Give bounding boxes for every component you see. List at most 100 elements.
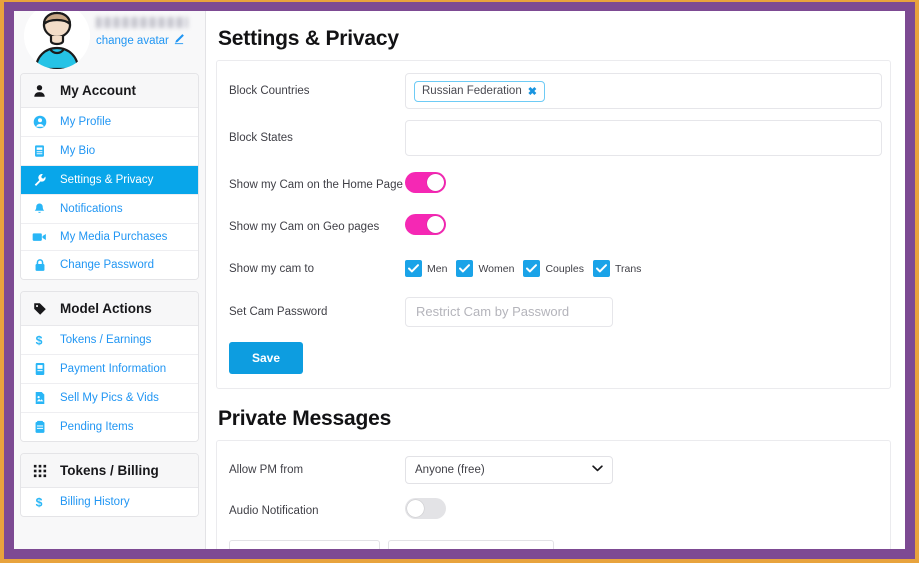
view-mass-pm-stats-button[interactable]: View Your Mass PM Stats — [388, 540, 555, 549]
person-icon — [31, 84, 48, 98]
allow-pm-label: Allow PM from — [229, 463, 304, 476]
row-show-cam-home: Show my Cam on the Home Page — [217, 168, 890, 201]
sidebar-item-label: Change Password — [60, 259, 154, 271]
sidebar-item-tokens-earnings[interactable]: $ Tokens / Earnings — [21, 326, 198, 355]
show-cam-geo-field — [405, 213, 882, 240]
settings-privacy-card: Block Countries Russian Federation ✖ Blo… — [216, 60, 891, 389]
checkbox-trans[interactable] — [592, 260, 610, 277]
sidebar-item-my-bio[interactable]: My Bio — [21, 137, 198, 166]
row-show-cam-geo: Show my Cam on Geo pages — [217, 210, 890, 243]
show-cam-home-field — [405, 171, 882, 198]
sidebar-item-settings-privacy[interactable]: Settings & Privacy — [21, 166, 198, 195]
dollar-icon: $ — [31, 333, 48, 347]
change-avatar-label: change avatar — [96, 34, 169, 47]
user-circle-icon — [31, 115, 48, 129]
svg-text:$: $ — [35, 495, 42, 509]
checkbox-group-trans: Trans — [592, 260, 642, 277]
checkbox-men[interactable] — [405, 260, 422, 277]
row-allow-pm: Allow PM from Anyone (free) — [217, 453, 890, 486]
purple-window-frame: change avatar My Account My Profile My B… — [4, 2, 915, 559]
checkbox-couples[interactable] — [523, 260, 541, 277]
block-states-input[interactable] — [405, 120, 882, 156]
sidebar-item-notifications[interactable]: Notifications — [21, 195, 198, 224]
svg-text:$: $ — [35, 333, 42, 347]
show-cam-to-field: Men Women Couples Trans — [405, 260, 882, 277]
show-cam-geo-toggle[interactable] — [405, 213, 446, 235]
nav-group-tokens-billing: Tokens / Billing $ Billing History — [20, 453, 199, 517]
sidebar-item-my-profile[interactable]: My Profile — [21, 108, 198, 137]
sidebar-item-label: Pending Items — [60, 421, 134, 433]
sidebar-item-label: Settings & Privacy — [60, 174, 154, 186]
nav-group-title: Model Actions — [60, 301, 152, 316]
avatar-meta: change avatar — [96, 17, 188, 48]
audio-notification-label: Audio Notification — [229, 504, 319, 517]
nav-group-header-model-actions: Model Actions — [21, 292, 198, 326]
sidebar-item-sell-my-pics-vids[interactable]: Sell My Pics & Vids — [21, 384, 198, 413]
sidebar-item-change-password[interactable]: Change Password — [21, 251, 198, 279]
checkbox-group-couples: Couples — [523, 260, 584, 277]
page-body: change avatar My Account My Profile My B… — [14, 11, 905, 549]
block-countries-label: Block Countries — [229, 85, 310, 97]
cam-password-label: Set Cam Password — [229, 305, 328, 318]
dollar-icon: $ — [31, 495, 48, 509]
country-tag-label: Russian Federation — [422, 85, 522, 97]
file-image-icon — [31, 391, 48, 405]
checkbox-label: Women — [478, 262, 515, 275]
cam-password-field: Restrict Cam by Password — [405, 296, 882, 327]
nav-group-header-my-account: My Account — [21, 74, 198, 108]
audio-notification-field — [405, 497, 882, 524]
show-cam-home-toggle[interactable] — [405, 171, 446, 193]
audio-notification-toggle[interactable] — [405, 497, 446, 519]
nav-group-model-actions: Model Actions $ Tokens / Earnings Paymen… — [20, 291, 199, 442]
tag-icon — [31, 302, 48, 316]
toggle-knob — [427, 173, 444, 191]
block-states-label: Block States — [229, 132, 293, 144]
show-cam-home-label: Show my Cam on the Home Page — [229, 178, 403, 191]
block-countries-field: Russian Federation ✖ — [405, 73, 882, 109]
allow-pm-selected-value: Anyone (free) — [415, 463, 485, 476]
nav-group-title: Tokens / Billing — [60, 463, 159, 478]
change-avatar-link[interactable]: change avatar — [96, 33, 185, 48]
sidebar-item-label: Sell My Pics & Vids — [60, 392, 159, 404]
checkbox-group-women: Women — [456, 260, 514, 277]
block-countries-input[interactable]: Russian Federation ✖ — [405, 73, 882, 109]
private-messages-title: Private Messages — [218, 407, 392, 430]
sidebar-item-label: My Profile — [60, 116, 112, 128]
row-cam-password: Set Cam Password Restrict Cam by Passwor… — [217, 295, 890, 328]
bio-document-icon — [31, 144, 48, 158]
cam-password-input[interactable]: Restrict Cam by Password — [405, 296, 613, 327]
sidebar-item-label: Payment Information — [60, 363, 167, 375]
nav-group-header-tokens-billing: Tokens / Billing — [21, 454, 198, 488]
show-cam-to-label: Show my cam to — [229, 262, 314, 275]
sidebar-item-label: Billing History — [60, 496, 130, 508]
sidebar-item-my-media-purchases[interactable]: My Media Purchases — [21, 224, 198, 251]
row-block-states: Block States — [217, 120, 890, 156]
sidebar: change avatar My Account My Profile My B… — [14, 11, 206, 549]
sidebar-item-label: My Media Purchases — [60, 231, 168, 243]
checkbox-group-men: Men — [405, 260, 447, 277]
page-title: Settings & Privacy — [218, 27, 399, 50]
row-audio-notification: Audio Notification — [217, 494, 890, 527]
bell-icon — [31, 202, 48, 216]
sidebar-item-pending-items[interactable]: Pending Items — [21, 413, 198, 441]
sidebar-item-payment-information[interactable]: Payment Information — [21, 355, 198, 384]
allow-pm-select[interactable]: Anyone (free) — [405, 455, 613, 484]
sidebar-item-billing-history[interactable]: $ Billing History — [21, 488, 198, 516]
checkbox-label: Trans — [614, 262, 642, 275]
close-x-icon[interactable]: ✖ — [528, 85, 537, 98]
username-redacted — [96, 17, 188, 28]
allow-pm-field: Anyone (free) — [405, 455, 882, 484]
sidebar-item-label: My Bio — [60, 145, 96, 157]
main-content: Settings & Privacy Block Countries Russi… — [206, 11, 905, 549]
pencil-icon — [173, 33, 185, 48]
toggle-knob — [427, 215, 444, 233]
checkbox-women[interactable] — [456, 260, 474, 277]
row-show-cam-to: Show my cam to Men Women Couples Trans — [217, 252, 890, 285]
checkbox-label: Men — [427, 262, 448, 275]
nav-group-title: My Account — [60, 83, 137, 98]
manage-blocked-users-button[interactable]: Manage blocked users — [229, 540, 381, 549]
checkbox-label: Couples — [545, 262, 584, 275]
avatar[interactable] — [24, 11, 90, 69]
save-button-settings[interactable]: Save — [229, 342, 304, 374]
block-states-field — [405, 120, 882, 156]
